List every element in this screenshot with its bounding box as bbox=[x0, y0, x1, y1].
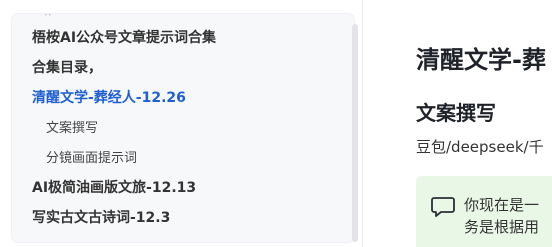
prompt-line-2: 务是根据用 bbox=[464, 218, 540, 236]
prompt-text: 你现在是一 务是根据用 bbox=[464, 194, 552, 238]
page-title: 清醒文学-葬 bbox=[416, 46, 546, 74]
section-heading: 文案撰写 bbox=[416, 101, 496, 125]
prompt-line-1: 你现在是一 bbox=[464, 196, 540, 214]
toc-item-collection-index[interactable]: 合集目录， bbox=[32, 57, 102, 77]
toc-item-collection-title[interactable]: 梧桉AI公众号文章提示词合集 bbox=[32, 27, 216, 47]
toc-item-classical-poetry[interactable]: 写实古文古诗词-12.3 bbox=[32, 207, 170, 227]
document-content: 清醒文学-葬 文案撰写 豆包/deepseek/千 你现在是一 务是根据用 bbox=[363, 0, 552, 247]
toc-item-qingxing-wenxue[interactable]: 清醒文学-葬经人-12.26 bbox=[32, 87, 186, 107]
toc-sidebar: ·· 梧桉AI公众号文章提示词合集 合集目录， 清醒文学-葬经人-12.26 文… bbox=[12, 14, 354, 242]
model-list-text: 豆包/deepseek/千 bbox=[416, 138, 544, 156]
toc-item-storyboard-prompts[interactable]: 分镜画面提示词 bbox=[46, 147, 137, 166]
toc-item-copywriting[interactable]: 文案撰写 bbox=[46, 117, 98, 136]
chat-bubble-icon bbox=[431, 197, 455, 217]
toc-item-oil-painting-travel[interactable]: AI极简油画版文旅-12.13 bbox=[32, 177, 196, 197]
truncated-item: ·· bbox=[44, 14, 52, 22]
toc-scrollbar[interactable] bbox=[352, 24, 358, 242]
